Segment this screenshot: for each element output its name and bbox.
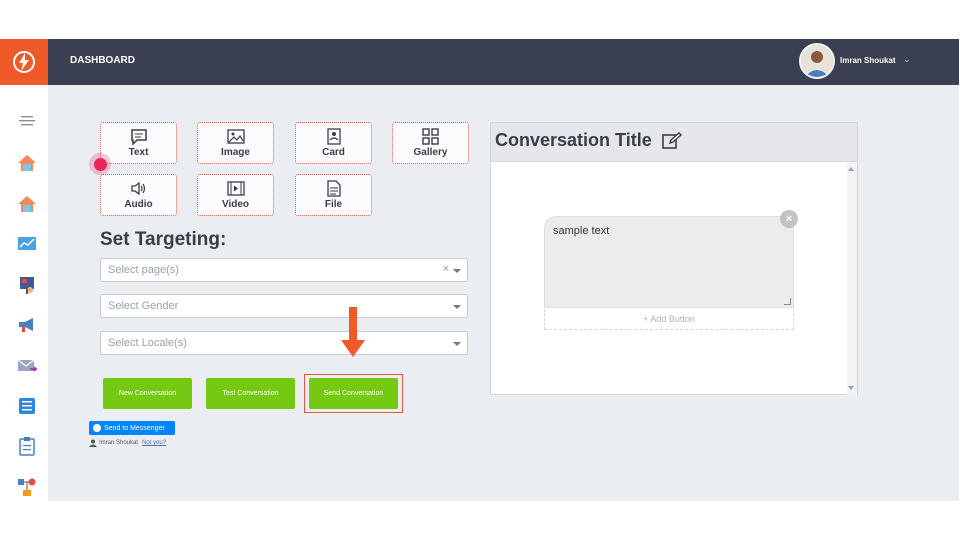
user-name[interactable]: Imran Shoukat xyxy=(840,56,896,65)
tile-label: Image xyxy=(221,146,250,158)
tile-label: Text xyxy=(128,146,149,158)
pages-placeholder: Select page(s) xyxy=(108,264,179,276)
speaker-icon xyxy=(130,181,148,197)
conversation-title[interactable]: Conversation Title xyxy=(495,130,652,151)
presentation-icon[interactable] xyxy=(16,274,38,296)
image-icon xyxy=(226,129,245,145)
conversation-header: Conversation Title xyxy=(491,123,857,162)
scroll-up-icon[interactable] xyxy=(848,167,854,171)
tile-file[interactable]: File xyxy=(295,174,372,216)
chart-icon[interactable] xyxy=(16,233,38,255)
not-you-link[interactable]: Not you? xyxy=(142,440,166,446)
send-to-messenger-label: Send to Messenger xyxy=(104,424,165,432)
annotation-arrow-head xyxy=(341,340,365,357)
tile-label: Gallery xyxy=(413,146,448,158)
sidebar xyxy=(0,85,48,501)
messenger-icon xyxy=(93,424,101,432)
lightning-bolt-icon xyxy=(13,51,35,73)
tile-label: Audio xyxy=(124,198,153,210)
tile-audio[interactable]: Audio xyxy=(100,174,177,216)
targeting-heading: Set Targeting: xyxy=(100,229,227,250)
new-conversation-button[interactable]: New Conversation xyxy=(103,378,192,409)
tile-card[interactable]: Card xyxy=(295,122,372,164)
avatar[interactable] xyxy=(799,43,835,79)
clipboard-icon[interactable] xyxy=(16,435,38,457)
send-conversation-button[interactable]: Send Conversation xyxy=(309,378,398,409)
pages-select[interactable]: Select page(s) × xyxy=(100,258,468,282)
locale-placeholder: Select Locale(s) xyxy=(108,337,187,349)
top-bar: DASHBOARD Imran Shoukat ⌄ xyxy=(0,39,959,85)
tile-image[interactable]: Image xyxy=(197,122,274,164)
gender-select[interactable]: Select Gender xyxy=(100,294,468,318)
resize-handle-icon[interactable] xyxy=(784,298,791,305)
page-title: DASHBOARD xyxy=(70,55,135,66)
conversation-panel: Conversation Title sample text × + Add B… xyxy=(490,122,858,395)
logo[interactable] xyxy=(0,39,48,85)
chevron-down-icon[interactable]: ⌄ xyxy=(903,54,911,65)
send-to-messenger-button[interactable]: Send to Messenger xyxy=(89,421,175,435)
gender-placeholder: Select Gender xyxy=(108,300,179,312)
gallery-grid-icon xyxy=(422,128,440,145)
tile-label: Card xyxy=(322,146,345,158)
add-button-link[interactable]: + Add Button xyxy=(544,309,794,330)
locale-select[interactable]: Select Locale(s) xyxy=(100,331,468,355)
mail-forward-icon[interactable] xyxy=(16,355,38,377)
app-shell: DASHBOARD Imran Shoukat ⌄ Text Image Car… xyxy=(0,39,959,501)
home-icon[interactable] xyxy=(16,152,38,174)
tile-label: File xyxy=(324,198,343,210)
messenger-user-name: Imran Shoukat xyxy=(99,440,139,446)
close-icon[interactable]: × xyxy=(780,210,798,228)
clear-icon[interactable]: × xyxy=(443,263,449,275)
tile-text[interactable]: Text xyxy=(100,122,177,164)
tile-gallery[interactable]: Gallery xyxy=(392,122,469,164)
message-textarea[interactable]: sample text xyxy=(544,216,794,308)
megaphone-icon[interactable] xyxy=(16,314,38,336)
message-text: sample text xyxy=(553,225,610,237)
user-icon xyxy=(89,439,97,447)
dropdown-arrow-icon xyxy=(453,305,461,309)
list-icon[interactable] xyxy=(16,395,38,417)
dropdown-arrow-icon xyxy=(453,269,461,273)
tile-label: Video xyxy=(221,198,250,210)
flow-icon[interactable] xyxy=(16,476,38,498)
messenger-user-line: Imran Shoukat Not you? xyxy=(89,439,166,447)
home-icon[interactable] xyxy=(16,193,38,215)
chat-bubble-icon xyxy=(130,128,148,145)
menu-icon[interactable] xyxy=(16,110,38,132)
scrollbar[interactable] xyxy=(847,162,857,395)
test-conversation-button[interactable]: Test Conversation xyxy=(206,378,295,409)
scroll-down-icon[interactable] xyxy=(848,386,854,390)
card-icon xyxy=(325,128,343,145)
film-icon xyxy=(226,181,245,197)
dropdown-arrow-icon xyxy=(453,342,461,346)
file-icon xyxy=(325,180,343,197)
tile-video[interactable]: Video xyxy=(197,174,274,216)
cursor-indicator xyxy=(89,153,111,175)
avatar-image xyxy=(801,45,833,77)
edit-icon[interactable] xyxy=(662,132,682,150)
annotation-arrow-shaft xyxy=(349,307,357,341)
